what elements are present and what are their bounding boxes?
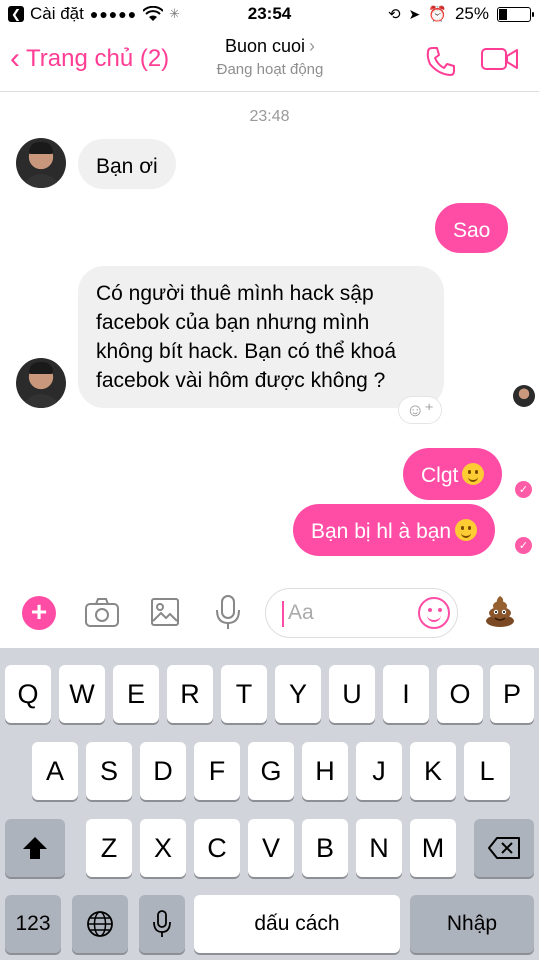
keyboard: Q W E R T Y U I O P A S D F G H J K L Z … [0, 648, 539, 960]
message-composer: + Aa [0, 582, 539, 646]
back-button[interactable]: ‹ Trang chủ (2) [10, 44, 169, 74]
microphone-icon[interactable] [214, 594, 242, 630]
delivered-check-icon: ✓ [515, 481, 532, 498]
add-reaction-icon: ☺⁺ [406, 399, 434, 420]
key-i[interactable]: I [383, 665, 429, 723]
contact-avatar[interactable] [16, 138, 66, 188]
space-key[interactable]: dấu cách [194, 895, 400, 953]
contact-info[interactable]: Buon cuoi › Đang hoạt động [170, 36, 370, 78]
back-label: Trang chủ (2) [26, 45, 170, 72]
contact-title: Buon cuoi › [170, 36, 370, 57]
key-o[interactable]: O [437, 665, 483, 723]
globe-key[interactable] [72, 895, 128, 953]
message-line: facebok của bạn nhưng mình [96, 311, 370, 334]
key-a[interactable]: A [32, 742, 78, 800]
text-caret [282, 601, 284, 627]
alarm-icon: ⏰ [428, 6, 447, 23]
key-q[interactable]: Q [5, 665, 51, 723]
key-c[interactable]: C [194, 819, 240, 877]
key-l[interactable]: L [464, 742, 510, 800]
add-reaction-button[interactable]: ☺⁺ [398, 396, 442, 424]
key-d[interactable]: D [140, 742, 186, 800]
contact-avatar[interactable] [16, 358, 66, 408]
message-line: không bít hack. Bạn có thể khoá [96, 340, 397, 363]
status-bar: ❮ Cài đặt ●●●●● ✳ 23:54 ⟲ ➤ ⏰ 25% [0, 0, 539, 30]
microphone-icon [153, 910, 171, 937]
message-text: Bạn ơi [96, 155, 158, 178]
key-m[interactable]: M [410, 819, 456, 877]
key-v[interactable]: V [248, 819, 294, 877]
camera-icon[interactable] [84, 596, 120, 628]
key-x[interactable]: X [140, 819, 186, 877]
status-right: ⟲ ➤ ⏰ 25% [387, 4, 534, 24]
message-bubble-outgoing[interactable]: Bạn bị hl à bạn [293, 504, 496, 556]
shift-key[interactable] [5, 819, 65, 877]
key-t[interactable]: T [221, 665, 267, 723]
message-timestamp: 23:48 [249, 108, 290, 125]
dictation-key[interactable] [139, 895, 185, 953]
message-bubble-incoming[interactable]: Bạn ơi [78, 139, 176, 189]
message-line: Có người thuê mình hack sập [96, 282, 374, 305]
image-icon[interactable] [150, 596, 180, 628]
key-w[interactable]: W [59, 665, 105, 723]
emoji-icon[interactable] [418, 597, 450, 629]
message-input[interactable]: Aa [265, 588, 458, 638]
key-r[interactable]: R [167, 665, 213, 723]
key-u[interactable]: U [329, 665, 375, 723]
key-z[interactable]: Z [86, 819, 132, 877]
location-icon: ➤ [408, 5, 421, 22]
message-text: Bạn bị hl à bạn [311, 520, 452, 543]
video-call-icon[interactable] [480, 46, 520, 72]
key-j[interactable]: J [356, 742, 402, 800]
conversation-header: ‹ Trang chủ (2) Buon cuoi › Đang hoạt độn… [0, 30, 539, 92]
rotation-lock-icon: ⟲ [387, 6, 401, 23]
key-f[interactable]: F [194, 742, 240, 800]
globe-icon [87, 911, 113, 937]
shift-arrow-icon [23, 837, 47, 859]
backspace-icon [488, 837, 520, 859]
key-p[interactable]: P [490, 665, 534, 723]
chevron-left-icon: ‹ [10, 42, 20, 75]
message-bubble-outgoing[interactable]: Sao [435, 203, 509, 253]
battery-percent: 25% [454, 4, 489, 23]
key-b[interactable]: B [302, 819, 348, 877]
plus-icon[interactable]: + [22, 596, 56, 630]
numbers-key[interactable]: 123 [5, 895, 61, 953]
key-y[interactable]: Y [275, 665, 321, 723]
contact-name: Buon cuoi [224, 36, 306, 56]
message-text: Sao [453, 219, 491, 242]
message-text: Clgt [421, 464, 459, 487]
key-n[interactable]: N [356, 819, 402, 877]
battery-fill [499, 8, 507, 20]
message-placeholder: Aa [288, 601, 314, 624]
chevron-right-icon: › [309, 36, 316, 56]
key-k[interactable]: K [410, 742, 456, 800]
message-bubble-incoming[interactable]: Có người thuê mình hack sập facebok của … [78, 266, 444, 408]
backspace-key[interactable] [474, 819, 534, 877]
slight-smile-emoji-icon [462, 463, 485, 485]
key-h[interactable]: H [302, 742, 348, 800]
phone-call-icon[interactable] [424, 44, 458, 78]
poop-emoji-icon[interactable] [483, 594, 517, 628]
message-line: facebok vài hôm được không ? [96, 369, 386, 392]
key-g[interactable]: G [248, 742, 294, 800]
slight-smile-emoji-icon [455, 519, 478, 541]
contact-status: Đang hoạt động [216, 61, 324, 78]
return-key[interactable]: Nhập [410, 895, 534, 953]
delivered-check-icon: ✓ [515, 537, 532, 554]
read-receipt-avatar [513, 385, 535, 407]
message-bubble-outgoing[interactable]: Clgt [403, 448, 503, 500]
key-s[interactable]: S [86, 742, 132, 800]
battery-icon [497, 6, 534, 22]
key-e[interactable]: E [113, 665, 159, 723]
